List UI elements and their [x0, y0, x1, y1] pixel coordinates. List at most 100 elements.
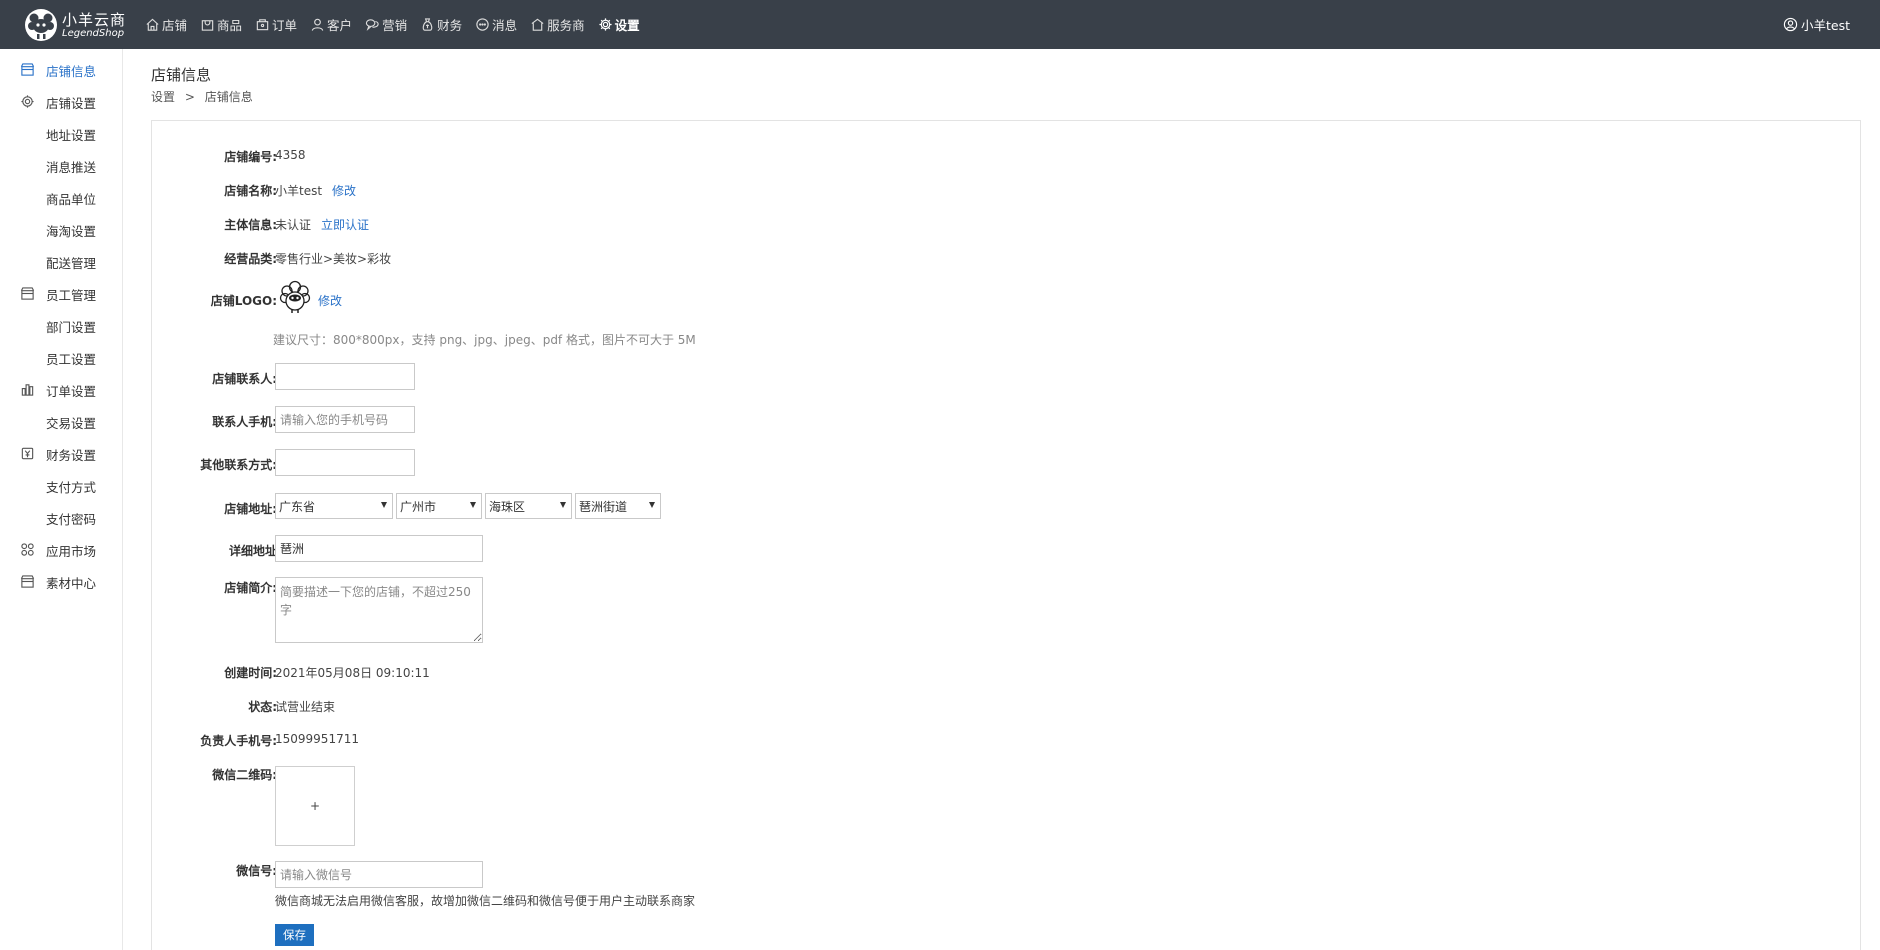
- breadcrumb-item-shop-info: 店铺信息: [204, 90, 253, 104]
- city-select[interactable]: 广州市: [396, 493, 482, 519]
- cart-icon: [256, 19, 269, 31]
- sidebar-item-staff-settings[interactable]: 员工设置: [0, 345, 122, 369]
- shop-name-row: 小羊test 修改: [275, 182, 356, 199]
- store-icon: [20, 63, 35, 76]
- nav-item-marketing[interactable]: 营销: [365, 0, 407, 49]
- user-circle-icon: [1783, 17, 1798, 32]
- entity-info-label: 主体信息:: [224, 218, 277, 232]
- yen-icon: [21, 447, 34, 460]
- sheep-logo-icon: [25, 9, 57, 41]
- sidebar-item-delivery-management[interactable]: 配送管理: [0, 249, 122, 273]
- gear-icon: [599, 18, 612, 31]
- sidebar-item-department-settings[interactable]: 部门设置: [0, 313, 122, 337]
- province-select[interactable]: 广东省: [275, 493, 393, 519]
- brand-logo[interactable]: 小羊云商 LegendShop: [24, 6, 134, 44]
- shop-intro-label: 店铺简介:: [224, 581, 277, 595]
- wechat-qr-label: 微信二维码:: [212, 768, 277, 782]
- wechat-hint: 微信商城无法启用微信客服，故增加微信二维码和微信号便于用户主动联系商家: [275, 894, 696, 908]
- sidebar-item-material-center[interactable]: 素材中心: [0, 569, 122, 593]
- sidebar-item-app-market[interactable]: 应用市场: [0, 537, 122, 561]
- contact-phone-input[interactable]: [275, 406, 415, 433]
- nav-item-orders[interactable]: 订单: [255, 0, 297, 49]
- detail-address-input[interactable]: [275, 535, 483, 562]
- other-contact-input[interactable]: [275, 449, 415, 476]
- money-bag-icon: [422, 18, 433, 31]
- verify-now-link[interactable]: 立即认证: [321, 218, 369, 232]
- sidebar-item-message-push[interactable]: 消息推送: [0, 153, 122, 177]
- created-time-label: 创建时间:: [224, 666, 277, 680]
- shop-id-label: 店铺编号:: [224, 150, 277, 164]
- shop-info-panel: 店铺编号: 4358 店铺名称: 小羊test 修改 主体信息: 未认证 立即认证 …: [151, 120, 1861, 950]
- store-icon: [531, 18, 544, 31]
- sidebar-item-order-settings[interactable]: 订单设置: [0, 377, 122, 401]
- business-category-label: 经营品类:: [224, 252, 277, 266]
- nav-item-finance[interactable]: 财务: [420, 0, 462, 49]
- breadcrumb-separator: >: [184, 90, 195, 104]
- message-icon: [476, 18, 489, 31]
- sidebar-item-payment-methods[interactable]: 支付方式: [0, 473, 122, 497]
- sidebar-item-haitao-settings[interactable]: 海淘设置: [0, 217, 122, 241]
- sidebar-item-staff-management[interactable]: 员工管理: [0, 281, 122, 305]
- bag-icon: [201, 20, 214, 31]
- shop-contact-input[interactable]: [275, 363, 415, 390]
- sidebar-item-payment-password[interactable]: 支付密码: [0, 505, 122, 529]
- apps-icon: [21, 543, 34, 556]
- wechat-id-input[interactable]: [275, 861, 483, 888]
- user-menu[interactable]: 小羊test: [1783, 0, 1850, 49]
- nav-item-goods[interactable]: 商品: [200, 0, 242, 49]
- edit-shop-name-link[interactable]: 修改: [332, 184, 356, 198]
- nav-item-messages[interactable]: 消息: [475, 0, 517, 49]
- district-select[interactable]: 海珠区: [485, 493, 572, 519]
- edit-logo-link[interactable]: 修改: [318, 292, 342, 309]
- sidebar-item-shop-settings[interactable]: 店铺设置: [0, 89, 122, 113]
- sidebar-item-trade-settings[interactable]: 交易设置: [0, 409, 122, 433]
- owner-phone-value: 15099951711: [275, 732, 359, 746]
- chevron-down-icon: [649, 502, 655, 508]
- street-select[interactable]: 琶洲街道: [575, 493, 661, 519]
- wechat-qr-upload[interactable]: +: [275, 766, 355, 846]
- owner-phone-label: 负责人手机号:: [200, 734, 277, 748]
- shop-id-value: 4358: [275, 148, 306, 162]
- chevron-down-icon: [381, 502, 387, 508]
- nav-item-shop[interactable]: 店铺: [145, 0, 187, 49]
- nav-item-service-provider[interactable]: 服务商: [530, 0, 585, 49]
- store-icon: [20, 575, 35, 588]
- chat-icon: [365, 19, 379, 31]
- shop-name-label: 店铺名称:: [224, 184, 277, 198]
- other-contact-label: 其他联系方式:: [200, 458, 277, 472]
- entity-info-row: 未认证 立即认证: [275, 216, 369, 233]
- status-label: 状态:: [248, 700, 277, 714]
- breadcrumb-item-settings[interactable]: 设置: [151, 90, 175, 104]
- shop-address-label: 店铺地址:: [224, 502, 277, 516]
- chevron-down-icon: [560, 502, 566, 508]
- shop-contact-label: 店铺联系人:: [212, 372, 277, 386]
- brand-name-en: LegendShop: [62, 28, 125, 39]
- sidebar-item-shop-info[interactable]: 店铺信息: [0, 57, 122, 81]
- sidebar-item-finance-settings[interactable]: 财务设置: [0, 441, 122, 465]
- shop-intro-textarea[interactable]: [275, 577, 483, 643]
- user-icon: [311, 18, 324, 31]
- entity-status-value: 未认证: [275, 218, 312, 232]
- gear-icon: [21, 95, 34, 108]
- save-button[interactable]: 保存: [275, 924, 314, 946]
- top-navigation-bar: 小羊云商 LegendShop 店铺 商品 订单 客户 营销 财务 消息 服务商…: [0, 0, 1880, 49]
- store-icon: [20, 287, 35, 300]
- wechat-id-label: 微信号:: [236, 864, 277, 878]
- detail-address-label: 详细地址: [228, 544, 277, 558]
- breadcrumb: 设置 > 店铺信息: [151, 88, 253, 105]
- business-category-value: 零售行业>美妆>彩妆: [275, 252, 392, 266]
- created-time-value: 2021年05月08日 09:10:11: [275, 666, 430, 680]
- nav-item-settings[interactable]: 设置: [598, 0, 640, 49]
- sidebar-item-address-settings[interactable]: 地址设置: [0, 121, 122, 145]
- main-nav: 店铺 商品 订单 客户 营销 财务 消息 服务商 设置: [145, 0, 653, 49]
- sidebar-item-goods-unit[interactable]: 商品单位: [0, 185, 122, 209]
- contact-phone-label: 联系人手机:: [212, 415, 277, 429]
- chevron-down-icon: [470, 502, 476, 508]
- nav-item-customers[interactable]: 客户: [310, 0, 352, 49]
- shop-logo-image: [279, 280, 311, 313]
- user-name: 小羊test: [1800, 18, 1850, 33]
- status-value: 试营业结束: [275, 700, 336, 714]
- page-title: 店铺信息: [151, 66, 212, 84]
- logo-size-hint: 建议尺寸：800*800px，支持 png、jpg、jpeg、pdf 格式，图片…: [273, 333, 696, 347]
- chart-icon: [21, 384, 34, 396]
